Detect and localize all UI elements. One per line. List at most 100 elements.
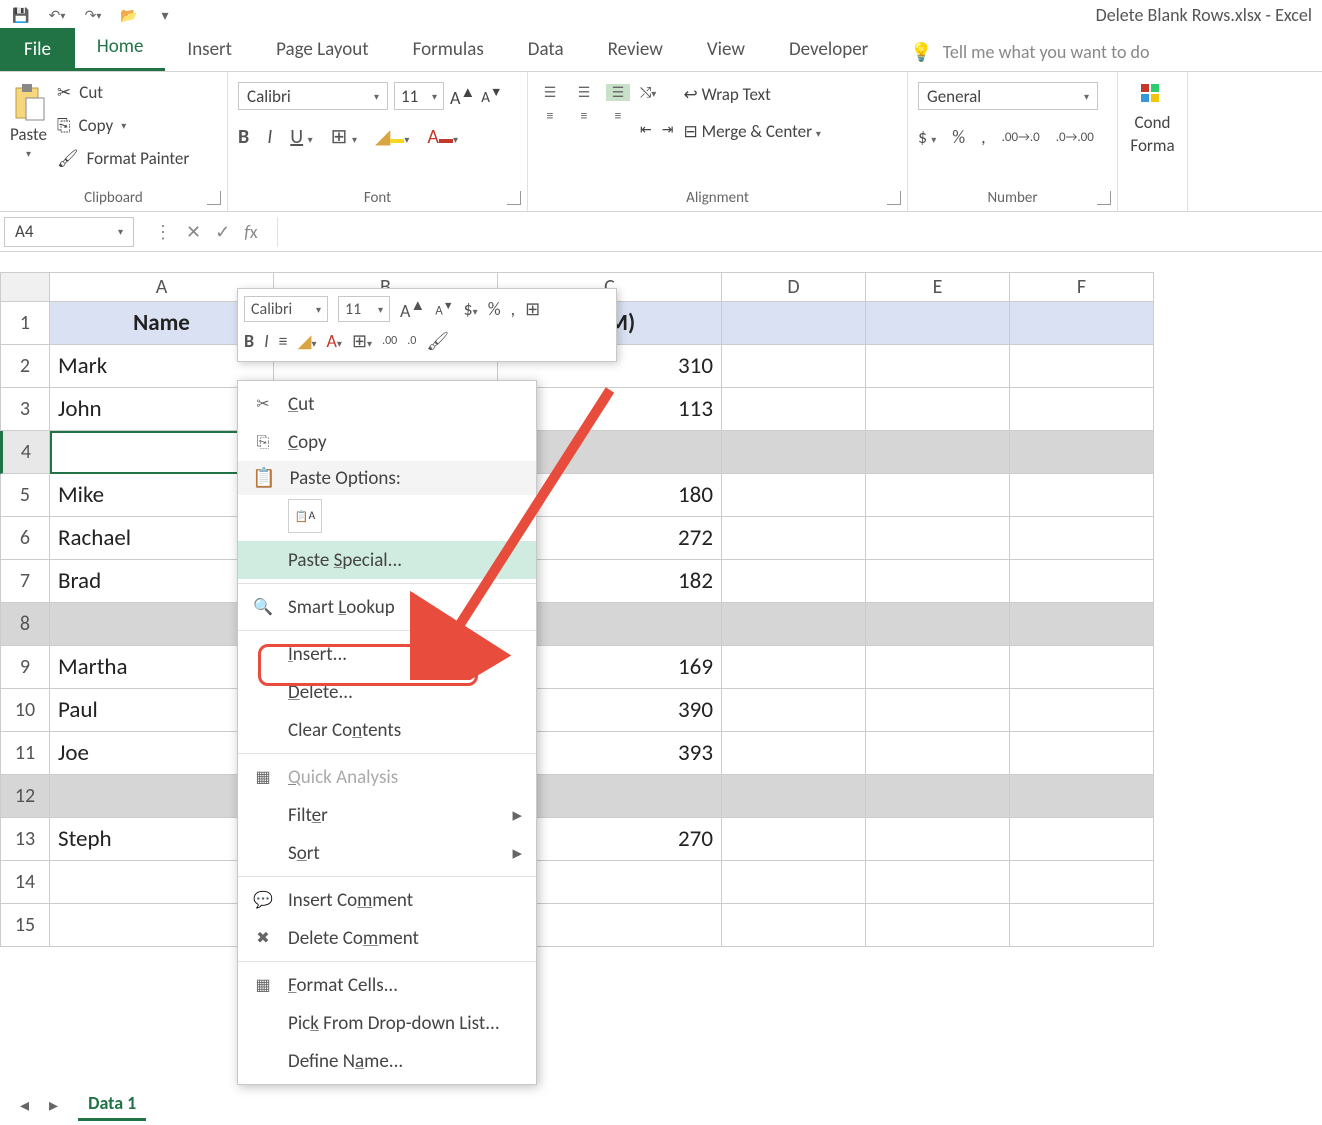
row-header[interactable]: 11 (0, 732, 50, 775)
row-header[interactable]: 14 (0, 861, 50, 904)
cell[interactable] (866, 474, 1010, 517)
ctx-pick-dropdown[interactable]: Pick From Drop-down List... (238, 1004, 536, 1042)
align-bottom-icon[interactable]: ☰ (606, 84, 630, 101)
align-top-icon[interactable]: ☰ (538, 84, 562, 101)
cell[interactable] (722, 861, 866, 904)
align-center-icon[interactable]: ≡ (572, 107, 596, 124)
number-format-select[interactable]: General▾ (918, 82, 1098, 110)
increase-indent-icon[interactable]: ⇥ (662, 121, 674, 138)
cancel-icon[interactable]: ✕ (186, 221, 201, 243)
cell[interactable] (866, 345, 1010, 388)
mini-font-color-button[interactable]: A▾ (326, 330, 341, 352)
cut-button[interactable]: ✂Cut (57, 82, 189, 103)
sheet-nav-prev[interactable]: ◂ (20, 1094, 29, 1116)
cell[interactable] (722, 345, 866, 388)
cell[interactable] (722, 775, 866, 818)
cell[interactable] (866, 388, 1010, 431)
fill-color-button[interactable]: ◢▾ (375, 124, 409, 149)
mini-fill-color-button[interactable]: ◢▾ (298, 330, 317, 352)
cell[interactable] (722, 474, 866, 517)
cell[interactable] (1010, 775, 1154, 818)
align-left-icon[interactable]: ≡ (538, 107, 562, 124)
cell[interactable] (866, 904, 1010, 947)
row-header[interactable]: 3 (0, 388, 50, 431)
enter-icon[interactable]: ✓ (215, 221, 230, 243)
wrap-text-button[interactable]: ↩ Wrap Text (683, 84, 820, 105)
col-header-D[interactable]: D (722, 272, 866, 302)
cell[interactable] (1010, 861, 1154, 904)
cell[interactable] (866, 861, 1010, 904)
cell[interactable] (866, 560, 1010, 603)
cell[interactable] (1010, 345, 1154, 388)
ctx-smart-lookup[interactable]: 🔍Smart Lookup↖ (238, 588, 536, 626)
accounting-button[interactable]: $ ▾ (918, 126, 936, 148)
row-header[interactable]: 5 (0, 474, 50, 517)
mini-font-select[interactable]: Calibri▾ (244, 296, 328, 322)
clipboard-launcher[interactable] (207, 191, 221, 205)
mini-decrease-font-icon[interactable]: A▼ (435, 299, 453, 318)
cell[interactable] (1010, 388, 1154, 431)
mini-format-painter-icon[interactable]: 🖌 (426, 330, 449, 352)
font-size-select[interactable]: 11▾ (394, 82, 444, 110)
align-middle-icon[interactable]: ☰ (572, 84, 596, 101)
tab-data[interactable]: Data (506, 28, 586, 71)
cell[interactable] (866, 646, 1010, 689)
cell[interactable] (866, 775, 1010, 818)
row-header[interactable]: 13 (0, 818, 50, 861)
cell[interactable] (722, 431, 866, 474)
number-launcher[interactable] (1097, 191, 1111, 205)
save-icon[interactable]: 💾 (10, 4, 32, 26)
mini-bold-button[interactable]: B (244, 330, 254, 352)
row-header[interactable]: 4 (0, 431, 50, 474)
tab-page-layout[interactable]: Page Layout (254, 28, 391, 71)
name-box[interactable]: A4▾ (4, 217, 134, 247)
ctx-insert-comment[interactable]: 💬Insert Comment (238, 881, 536, 919)
row-header[interactable]: 9 (0, 646, 50, 689)
cell[interactable] (1010, 689, 1154, 732)
format-painter-button[interactable]: 🖌Format Painter (57, 148, 189, 169)
decrease-indent-icon[interactable]: ⇤ (640, 121, 652, 138)
cell[interactable] (722, 517, 866, 560)
cell[interactable] (722, 560, 866, 603)
mini-borders-icon[interactable]: ⊞ (525, 298, 540, 320)
tab-developer[interactable]: Developer (767, 28, 890, 71)
align-right-icon[interactable]: ≡ (606, 107, 630, 124)
mini-percent-icon[interactable]: % (488, 298, 501, 320)
row-header[interactable]: 8 (0, 603, 50, 646)
percent-button[interactable]: % (952, 126, 965, 148)
ctx-insert[interactable]: Insert... (238, 635, 536, 673)
mini-size-select[interactable]: 11▾ (338, 296, 390, 322)
tab-home[interactable]: Home (75, 25, 166, 71)
mini-comma-icon[interactable]: , (511, 298, 516, 320)
tab-file[interactable]: File (0, 28, 75, 71)
row-header[interactable]: 12 (0, 775, 50, 818)
row-header[interactable]: 15 (0, 904, 50, 947)
cell[interactable] (722, 904, 866, 947)
cell[interactable] (722, 603, 866, 646)
cell[interactable] (722, 818, 866, 861)
font-name-select[interactable]: Calibri▾ (238, 82, 388, 110)
mini-border-button[interactable]: ⊞▾ (352, 330, 372, 352)
row-header[interactable]: 10 (0, 689, 50, 732)
cell[interactable] (1010, 474, 1154, 517)
ctx-delete-comment[interactable]: ✖Delete Comment (238, 919, 536, 957)
mini-dec-inc-icon[interactable]: .00 (382, 334, 397, 348)
cell[interactable] (1010, 904, 1154, 947)
fx-icon[interactable]: fx (244, 221, 257, 243)
cell[interactable] (722, 689, 866, 732)
qat-more-icon[interactable]: ▾ (154, 4, 176, 26)
row-header[interactable]: 6 (0, 517, 50, 560)
sheet-tab-active[interactable]: Data 1 (78, 1088, 146, 1121)
ctx-paste-special[interactable]: Paste Special... (238, 541, 536, 579)
cell[interactable] (722, 646, 866, 689)
ctx-sort[interactable]: Sort▸ (238, 834, 536, 872)
mini-dec-dec-icon[interactable]: .0 (407, 334, 416, 348)
cell[interactable] (866, 732, 1010, 775)
cell[interactable] (722, 388, 866, 431)
tell-me[interactable]: 💡Tell me what you want to do (910, 41, 1149, 71)
cell[interactable] (1010, 431, 1154, 474)
ctx-format-cells[interactable]: ▦Format Cells... (238, 966, 536, 1004)
tab-review[interactable]: Review (586, 28, 685, 71)
font-launcher[interactable] (507, 191, 521, 205)
alignment-launcher[interactable] (887, 191, 901, 205)
